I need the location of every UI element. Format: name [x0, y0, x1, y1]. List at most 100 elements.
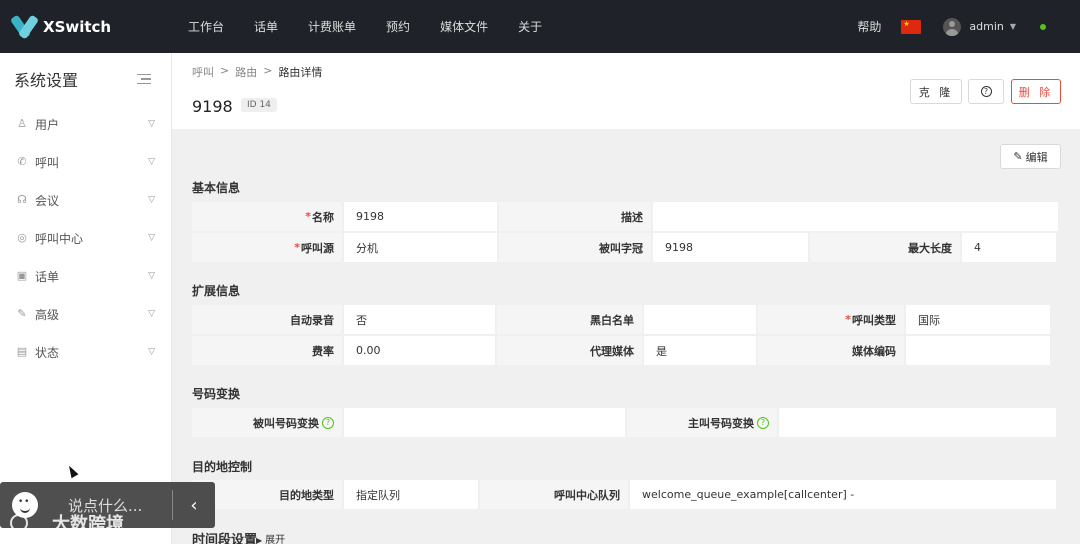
field-label: * 名称 — [192, 202, 342, 231]
chevron-down-icon: ▽ — [148, 195, 155, 205]
sidebar-item-label: 话单 — [35, 269, 60, 284]
destination-grid: 目的地类型 指定队列 呼叫中心队列 welcome_queue_example[… — [192, 480, 1060, 511]
chevron-down-icon: ▽ — [148, 309, 155, 319]
watermark: 大数跨境 — [10, 510, 124, 536]
field-value: 否 — [344, 305, 495, 334]
nav-item-media[interactable]: 媒体文件 — [440, 18, 488, 35]
sidebar-item-label: 高级 — [35, 307, 60, 322]
nav-item-cdr[interactable]: 话单 — [254, 18, 278, 35]
collapse-menu-icon[interactable] — [137, 73, 151, 85]
phone-icon: ✆ — [17, 155, 27, 168]
sidebar-item-call[interactable]: ✆ 呼叫 ▽ — [0, 143, 171, 181]
breadcrumb-call[interactable]: 呼叫 — [192, 64, 214, 80]
field-label: 黑白名单 — [497, 305, 642, 334]
sidebar-item-meeting[interactable]: ☊ 会议 ▽ — [0, 181, 171, 219]
field-value — [644, 305, 756, 334]
help-circle-icon[interactable]: ? — [757, 416, 769, 429]
page-header: 呼叫 > 路由 > 路由详情 9198 ID 14 克 隆 ? 删 除 — [172, 53, 1080, 130]
delete-button[interactable]: 删 除 — [1011, 79, 1061, 104]
field-value — [344, 408, 625, 437]
chevron-down-icon: ▽ — [148, 233, 155, 243]
watermark-logo-icon — [10, 514, 28, 532]
section-title-destination: 目的地控制 — [192, 460, 253, 474]
table-row: * 呼叫源 分机 被叫字冠 9198 最大长度 4 — [192, 233, 1060, 262]
section-title-ext: 扩展信息 — [192, 284, 241, 298]
clone-button[interactable]: 克 隆 — [910, 79, 962, 104]
sidebar-item-label: 用户 — [35, 117, 60, 132]
sidebar-item-cdr[interactable]: ▣ 话单 ▽ — [0, 257, 171, 295]
field-value: 分机 — [344, 233, 497, 262]
nav-item-billing[interactable]: 计费账单 — [308, 18, 356, 35]
nav-item-about[interactable]: 关于 — [518, 18, 542, 35]
field-value: welcome_queue_example[callcenter] - — [630, 480, 1056, 509]
field-label: 被叫号码变换? — [192, 408, 342, 437]
sidebar-item-user[interactable]: ♙ 用户 ▽ — [0, 105, 171, 143]
sidebar-item-status[interactable]: ▤ 状态 ▽ — [0, 333, 171, 371]
page-title: 9198 — [192, 97, 233, 116]
sidebar-title: 系统设置 — [14, 71, 79, 90]
cdr-icon: ▣ — [16, 269, 28, 282]
chevron-down-icon: ▽ — [148, 271, 155, 281]
chevron-down-icon: ▽ — [148, 347, 155, 357]
table-row: * 名称 9198 描述 — [192, 202, 1060, 231]
breadcrumb: 呼叫 > 路由 > 路由详情 — [192, 64, 323, 80]
chevron-down-icon[interactable]: ▼ — [1010, 22, 1016, 31]
table-row: 目的地类型 指定队列 呼叫中心队列 welcome_queue_example[… — [192, 480, 1060, 509]
main-nav: 工作台 话单 计费账单 预约 媒体文件 关于 — [188, 18, 572, 35]
top-bar: XSwitch 工作台 话单 计费账单 预约 媒体文件 关于 帮助 admin … — [0, 0, 1080, 53]
online-status-icon — [1040, 23, 1046, 30]
field-value: 4 — [962, 233, 1056, 262]
sidebar-item-label: 呼叫 — [35, 155, 60, 170]
field-label: 描述 — [499, 202, 651, 231]
field-value: 国际 — [906, 305, 1050, 334]
app-name: XSwitch — [43, 17, 112, 36]
meeting-icon: ☊ — [17, 193, 27, 206]
basic-info-grid: * 名称 9198 描述 * 呼叫源 分机 被叫字冠 9198 最大长度 4 — [192, 202, 1060, 264]
main-content: 呼叫 > 路由 > 路由详情 9198 ID 14 克 隆 ? 删 除 ✎ 编辑… — [172, 53, 1080, 544]
user-icon: ♙ — [17, 117, 27, 130]
field-value: 指定队列 — [344, 480, 478, 509]
avatar[interactable] — [943, 17, 962, 36]
nav-item-reservation[interactable]: 预约 — [386, 18, 410, 35]
field-value — [653, 202, 1058, 231]
edit-button[interactable]: ✎ 编辑 — [1000, 144, 1061, 169]
language-flag-icon[interactable] — [901, 19, 922, 34]
number-transform-grid: 被叫号码变换? 主叫号码变换? — [192, 408, 1060, 439]
field-label: 主叫号码变换? — [627, 408, 777, 437]
expand-toggle[interactable]: ▶ 展开 — [256, 531, 285, 544]
expand-label: 展开 — [265, 535, 286, 544]
nav-item-dashboard[interactable]: 工作台 — [188, 18, 224, 35]
chevron-down-icon: ▽ — [148, 119, 155, 129]
edit-button-label: 编辑 — [1025, 150, 1048, 164]
sidebar-item-advanced[interactable]: ✎ 高级 ▽ — [0, 295, 171, 333]
field-label: * 呼叫类型 — [758, 305, 904, 334]
sidebar-item-label: 会议 — [35, 193, 60, 208]
ext-info-grid: 自动录音 否 黑白名单 * 呼叫类型 国际 费率 0.00 代理媒体 是 媒体编码 — [192, 305, 1060, 367]
help-button[interactable]: ? — [968, 79, 1004, 104]
field-label: 代理媒体 — [497, 336, 642, 365]
sidebar-item-callcenter[interactable]: ◎ 呼叫中心 ▽ — [0, 219, 171, 257]
id-badge: ID 14 — [241, 98, 277, 112]
sidebar-item-label: 呼叫中心 — [35, 231, 84, 246]
top-right-tools: 帮助 admin ▼ — [857, 0, 1080, 53]
table-row: 自动录音 否 黑白名单 * 呼叫类型 国际 — [192, 305, 1060, 334]
breadcrumb-current: 路由详情 — [278, 66, 323, 79]
field-label: 媒体编码 — [758, 336, 904, 365]
help-circle-icon[interactable]: ? — [322, 416, 334, 429]
chevron-down-icon: ▽ — [148, 157, 155, 167]
user-name[interactable]: admin — [969, 20, 1003, 33]
help-link[interactable]: 帮助 — [857, 18, 881, 35]
app-logo[interactable]: XSwitch — [0, 16, 175, 38]
breadcrumb-route[interactable]: 路由 — [235, 64, 257, 80]
table-row: 被叫号码变换? 主叫号码变换? — [192, 408, 1060, 437]
watermark-text: 大数跨境 — [52, 514, 124, 535]
pencil-icon: ✎ — [1013, 150, 1023, 163]
chevron-left-icon[interactable]: ‹ — [173, 495, 215, 516]
sidebar-item-label: 状态 — [35, 345, 60, 360]
sidebar-header: 系统设置 — [0, 53, 171, 105]
field-label: 被叫字冠 — [499, 233, 651, 262]
field-value: 9198 — [344, 202, 497, 231]
xswitch-logo-icon — [14, 16, 36, 38]
callcenter-icon: ◎ — [17, 231, 27, 244]
field-label: * 呼叫源 — [192, 233, 342, 262]
